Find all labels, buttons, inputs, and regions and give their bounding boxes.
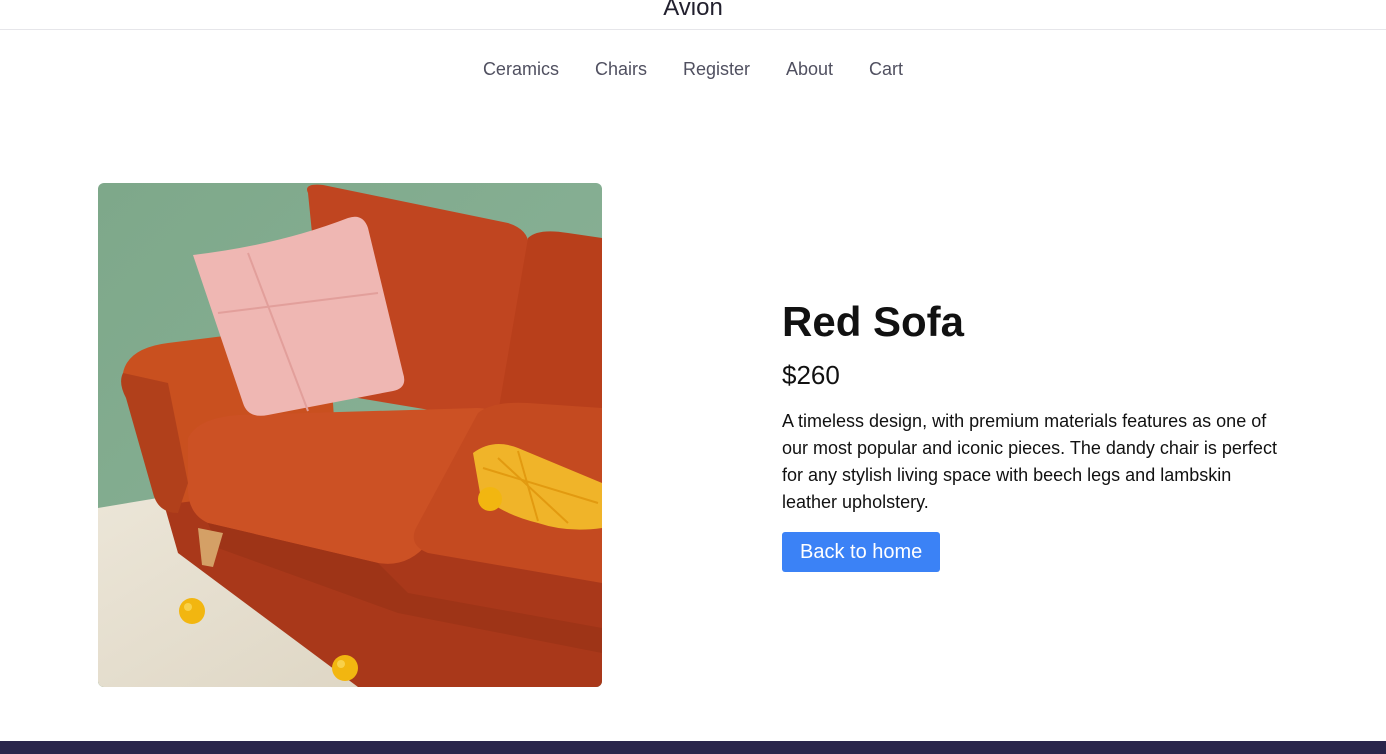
product-page: Avion Ceramics Chairs Register About Car… [0, 0, 1386, 754]
product-title: Red Sofa [782, 298, 965, 345]
nav-item-cart[interactable]: Cart [869, 56, 903, 82]
back-to-home-button[interactable]: Back to home [782, 532, 941, 572]
product-price: $260 [782, 360, 840, 390]
footer [0, 741, 1386, 754]
brand-logo[interactable]: Avion [0, 0, 1386, 24]
product-info: Red Sofa $260 A timeless design, with pr… [782, 296, 1292, 572]
nav-item-about[interactable]: About [786, 56, 833, 82]
nav-item-register[interactable]: Register [683, 56, 750, 82]
header: Avion [0, 0, 1386, 30]
nav-item-chairs[interactable]: Chairs [595, 56, 647, 82]
main-nav: Ceramics Chairs Register About Cart [0, 56, 1386, 82]
nav-item-ceramics[interactable]: Ceramics [483, 56, 559, 82]
product-description: A timeless design, with premium material… [782, 411, 1277, 512]
product-image [98, 183, 602, 687]
